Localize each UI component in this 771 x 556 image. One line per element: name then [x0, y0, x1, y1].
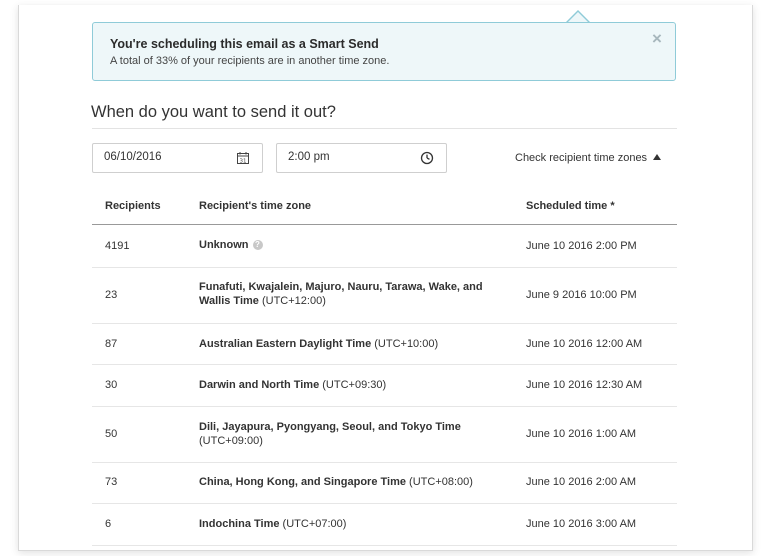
timezone-offset: (UTC+08:00) — [409, 476, 473, 488]
timezone-cell: China, Hong Kong, and Singapore Time (UT… — [199, 476, 499, 490]
alert-title: You're scheduling this email as a Smart … — [110, 37, 379, 51]
timezone-offset: (UTC+09:00) — [199, 434, 263, 447]
time-field[interactable] — [276, 143, 447, 173]
timezone-offset: (UTC+10:00) — [374, 338, 439, 350]
table-row: 4191 Unknown? June 10 2016 2:00 PM — [92, 225, 677, 268]
date-input[interactable] — [104, 151, 224, 163]
scheduled-time: June 10 2016 1:00 AM — [526, 428, 637, 440]
recipient-count: 4191 — [105, 240, 130, 252]
recipient-count: 73 — [105, 476, 118, 488]
recipient-count: 30 — [105, 379, 118, 391]
timezone-name: Unknown — [199, 239, 249, 251]
smart-send-alert: You're scheduling this email as a Smart … — [92, 22, 676, 81]
timezone-cell: Dili, Jayapura, Pyongyang, Seoul, and To… — [199, 421, 499, 448]
check-timezones-label: Check recipient time zones — [515, 152, 648, 164]
timezone-offset: (UTC+09:30) — [322, 379, 387, 391]
timezone-cell: Indochina Time (UTC+07:00) — [199, 518, 499, 532]
header-timezone: Recipient's time zone — [199, 200, 312, 212]
svg-text:31: 31 — [240, 158, 247, 164]
timezone-cell: Unknown? — [199, 239, 499, 253]
recipient-count: 50 — [105, 428, 118, 440]
alert-message: A total of 33% of your recipients are in… — [110, 55, 390, 67]
timezone-name: Darwin and North Time — [199, 379, 320, 391]
time-input[interactable] — [288, 151, 408, 163]
scheduled-time: June 10 2016 2:00 AM — [526, 476, 637, 488]
scheduled-time: June 9 2016 10:00 PM — [526, 289, 637, 301]
table-row: 6 Indochina Time (UTC+07:00) June 10 201… — [92, 504, 677, 546]
table-row: 23 Funafuti, Kwajalein, Majuro, Nauru, T… — [92, 268, 677, 324]
help-icon[interactable]: ? — [252, 240, 263, 250]
header-scheduled: Scheduled time * — [526, 200, 615, 212]
timezone-name: Indochina Time — [199, 518, 280, 530]
scheduled-time: June 10 2016 12:30 AM — [526, 379, 643, 391]
close-icon[interactable]: × — [648, 30, 666, 48]
header-recipients: Recipients — [105, 200, 161, 212]
date-field[interactable]: 31 — [92, 143, 263, 173]
timezone-cell: Funafuti, Kwajalein, Majuro, Nauru, Tara… — [199, 281, 499, 308]
table-row: 30 Darwin and North Time (UTC+09:30) Jun… — [92, 365, 677, 407]
timezone-offset: (UTC+07:00) — [282, 518, 347, 530]
page-title: When do you want to send it out? — [91, 103, 336, 121]
timezone-name: China, Hong Kong, and Singapore Time — [199, 476, 406, 488]
scheduled-time: June 10 2016 3:00 AM — [526, 518, 637, 530]
recipient-count: 6 — [105, 518, 112, 530]
scheduled-time: June 10 2016 2:00 PM — [526, 240, 637, 252]
check-timezones-toggle[interactable]: Check recipient time zones — [515, 152, 662, 164]
timezone-cell: Darwin and North Time (UTC+09:30) — [199, 379, 499, 393]
timezone-cell: Australian Eastern Daylight Time (UTC+10… — [199, 338, 499, 352]
table-row: 73 China, Hong Kong, and Singapore Time … — [92, 463, 677, 504]
timezone-offset: (UTC+12:00) — [261, 294, 326, 307]
table-row: 50 Dili, Jayapura, Pyongyang, Seoul, and… — [92, 407, 677, 463]
table-row: 87 Australian Eastern Daylight Time (UTC… — [92, 324, 677, 365]
recipient-count: 23 — [105, 289, 118, 301]
divider — [92, 128, 677, 129]
caret-up-icon — [653, 154, 662, 160]
timezone-name: Dili, Jayapura, Pyongyang, Seoul, and To… — [199, 421, 461, 433]
timezone-name: Australian Eastern Daylight Time — [199, 338, 372, 350]
calendar-icon[interactable]: 31 — [236, 151, 250, 165]
timezone-name: Funafuti, Kwajalein, Majuro, Nauru, Tara… — [199, 281, 483, 307]
recipient-count: 87 — [105, 338, 118, 350]
scheduled-time: June 10 2016 12:00 AM — [526, 338, 643, 350]
clock-icon[interactable] — [420, 151, 434, 165]
